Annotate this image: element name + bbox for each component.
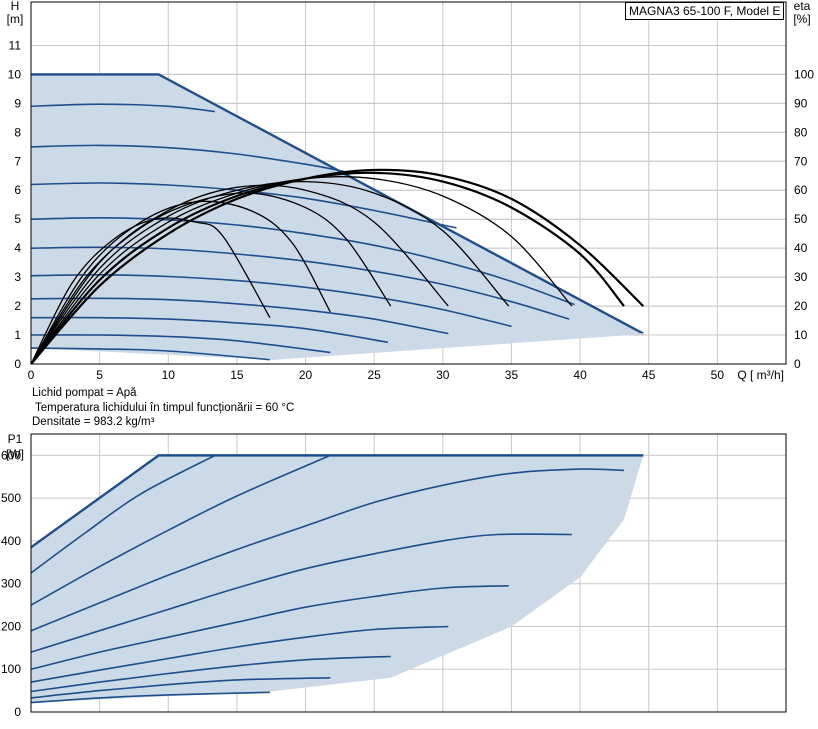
info-temperature: Temperatura lichidului în timpul funcțio…	[35, 402, 295, 414]
y-right-tick-label: 20	[794, 299, 808, 313]
tick-labels: 0100200300400500600	[1, 448, 21, 719]
y-tick-label: 0	[14, 705, 21, 719]
x-tick-label: 25	[368, 368, 382, 382]
power-chart: 0100200300400500600P1[W]	[1, 432, 787, 719]
y-tick-label: 8	[14, 125, 21, 139]
info-liquid: Lichid pompat = Apă	[32, 387, 137, 399]
y-tick-label: 1	[14, 328, 21, 342]
y-tick-label: 7	[14, 154, 21, 168]
y-tick-label: 2	[14, 299, 21, 313]
y-tick-label: 4	[14, 241, 21, 255]
model-label: MAGNA3 65-100 F, Model E	[625, 2, 785, 20]
y-axis-unit: [W]	[6, 447, 24, 461]
y-tick-label: 11	[9, 38, 22, 52]
y-tick-label: 9	[14, 96, 21, 110]
y-axis-unit: [m]	[7, 12, 24, 26]
x-tick-label: 30	[436, 368, 450, 382]
y-axis-title: P1	[8, 432, 23, 446]
pump-curve-charts: 0 5 10 15 20 25 30 35 40 45 5001234567891011010203…	[1, 0, 815, 719]
info-density: Densitate = 983.2 kg/m³	[32, 416, 155, 428]
x-tick-label: 40	[573, 368, 587, 382]
y-tick-label: 5	[14, 212, 21, 226]
y-tick-label: 100	[1, 662, 21, 676]
y-right-tick-label: 80	[794, 125, 808, 139]
y-tick-label: 6	[14, 183, 21, 197]
y-tick-label: 3	[14, 270, 21, 284]
y-right-tick-label: 100	[794, 67, 814, 81]
y-right-tick-label: 40	[794, 241, 808, 255]
pump-curve-figure: 0 5 10 15 20 25 30 35 40 45 50 0 1 2 3 4 5 6 7 8 9 10 11 0 10 20 3…	[0, 0, 818, 729]
y-tick-label: 500	[1, 491, 21, 505]
head-chart: 0 5 10 15 20 25 30 35 40 45 5001234567891011010203…	[7, 0, 815, 382]
x-tick-label: 10	[162, 368, 176, 382]
x-tick-label: 35	[505, 368, 519, 382]
y-tick-label: 300	[1, 577, 21, 591]
x-tick-label: 45	[642, 368, 656, 382]
y-right-tick-label: 70	[794, 154, 808, 168]
y-right-tick-label: 10	[794, 328, 808, 342]
x-axis-title: Q [ m³/h]	[737, 368, 784, 382]
x-tick-label: 20	[299, 368, 313, 382]
x-tick-label: 5	[96, 368, 103, 382]
x-tick-label: 0	[28, 368, 35, 382]
x-tick-label: 15	[230, 368, 244, 382]
y-right-tick-label: 60	[794, 183, 808, 197]
y-right-axis-unit: [%]	[793, 12, 810, 26]
x-tick-label: 50	[711, 368, 725, 382]
y-tick-label: 0	[14, 357, 21, 371]
y-tick-label: 200	[1, 619, 21, 633]
y-right-tick-label: 30	[794, 270, 808, 284]
y-right-tick-label: 0	[794, 357, 801, 371]
y-right-tick-label: 90	[794, 96, 808, 110]
y-tick-label: 400	[1, 534, 21, 548]
y-tick-label: 10	[8, 67, 22, 81]
y-right-tick-label: 50	[794, 212, 808, 226]
